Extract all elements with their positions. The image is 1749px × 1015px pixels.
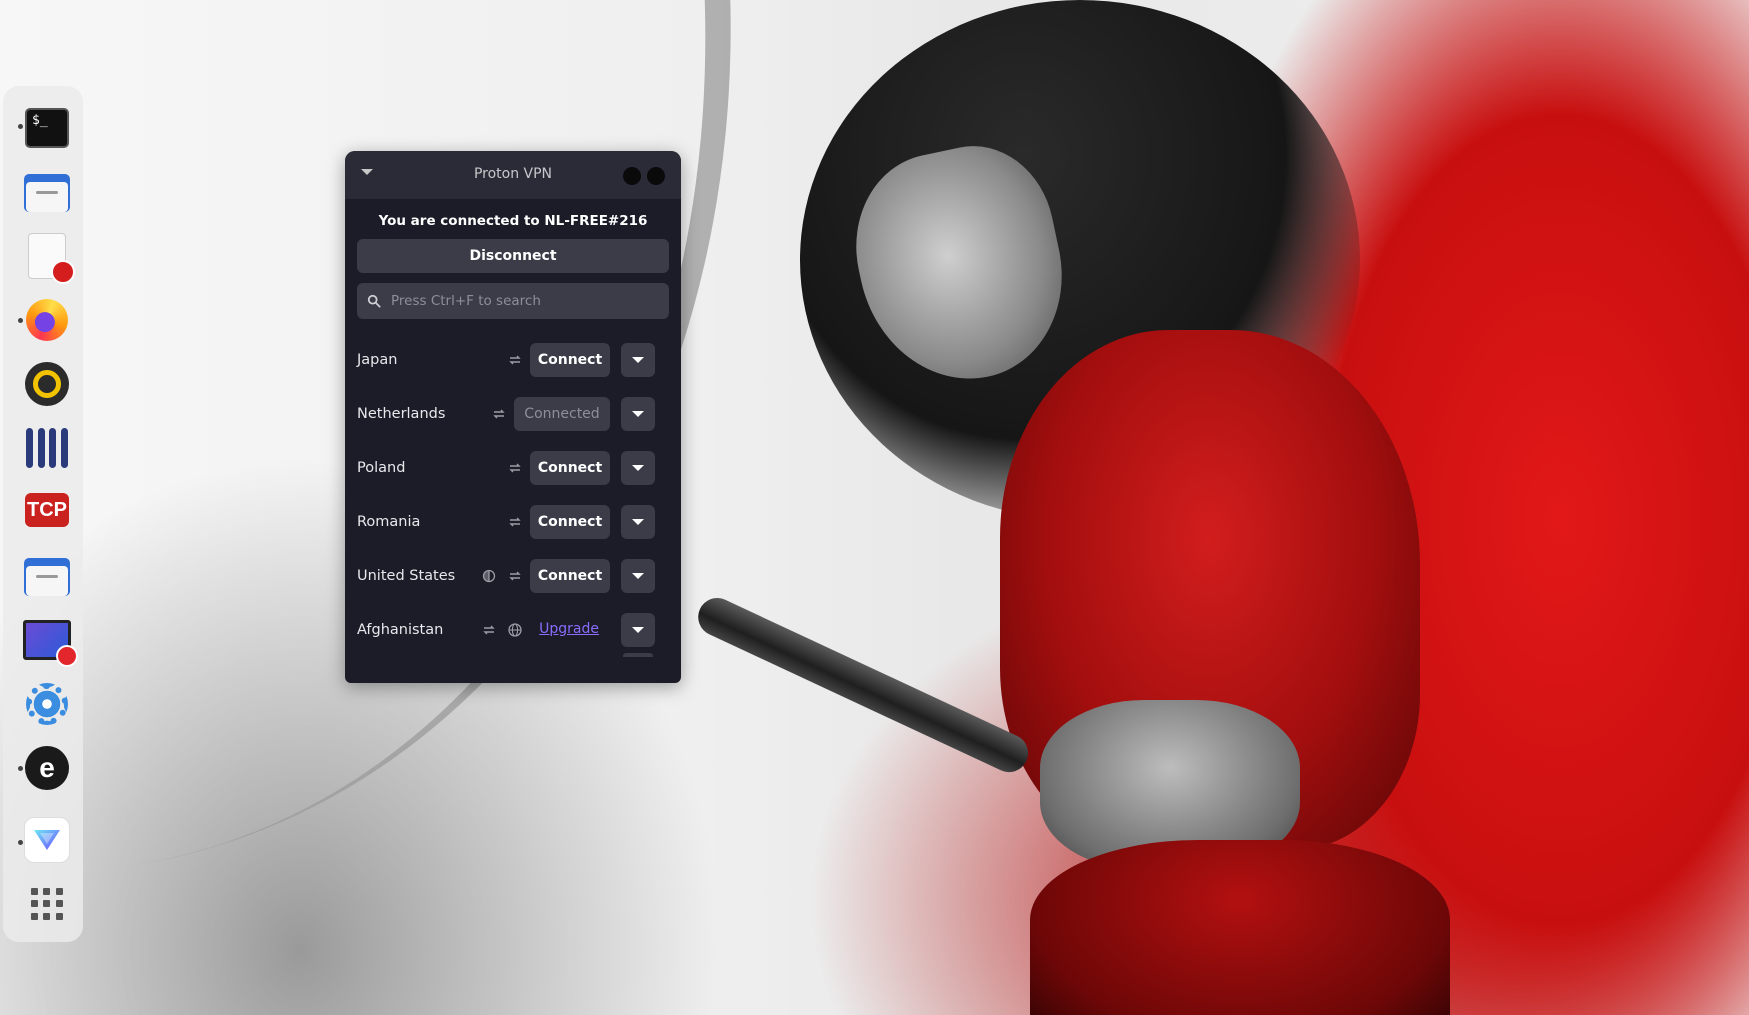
- tcp-app-icon: TCP: [25, 493, 69, 527]
- e-app-icon: e: [25, 746, 69, 790]
- dock-terminal[interactable]: $_: [23, 104, 71, 152]
- ring-app-icon: [25, 362, 69, 406]
- search-input[interactable]: [389, 292, 653, 310]
- proton-vpn-window: Proton VPN You are connected to NL-FREE#…: [345, 151, 681, 683]
- files-icon: [24, 556, 70, 596]
- settings-gear-icon: [26, 683, 68, 725]
- dock: $_ TCP e: [3, 86, 83, 942]
- next-row-edge: [623, 653, 653, 657]
- expand-button[interactable]: [621, 613, 655, 647]
- country-name: United States: [357, 568, 456, 584]
- chevron-down-icon: [632, 573, 644, 579]
- close-button[interactable]: [647, 167, 665, 185]
- files-icon: [24, 172, 70, 212]
- dock-tcp-app[interactable]: TCP: [23, 486, 71, 534]
- country-row-afghanistan[interactable]: Afghanistan Upgrade: [345, 603, 681, 657]
- dock-proton-vpn[interactable]: [23, 816, 71, 864]
- country-name: Poland: [357, 460, 406, 476]
- p2p-icon: [483, 625, 495, 635]
- search-bar[interactable]: [357, 283, 669, 319]
- connect-button[interactable]: Connect: [530, 343, 610, 377]
- country-name: Romania: [357, 514, 421, 530]
- p2p-icon: [509, 355, 521, 365]
- country-name: Japan: [357, 352, 398, 368]
- expand-button[interactable]: [621, 451, 655, 485]
- chevron-down-icon: [632, 627, 644, 633]
- country-list: Japan Connect Netherlands Connected Pola…: [345, 333, 681, 657]
- app-grid-icon: [31, 888, 63, 920]
- country-name: Afghanistan: [357, 622, 444, 638]
- screen-recorder-icon: [23, 620, 78, 667]
- connect-button[interactable]: Connect: [530, 505, 610, 539]
- desktop-wallpaper: [0, 0, 1749, 1015]
- terminal-icon: $_: [25, 108, 69, 148]
- country-row-united-states[interactable]: United States Connect: [345, 549, 681, 603]
- dock-screen-recorder[interactable]: [23, 616, 78, 667]
- p2p-icon: [493, 409, 505, 419]
- connection-status: You are connected to NL-FREE#216: [378, 213, 648, 229]
- globe-icon: [508, 623, 522, 637]
- p2p-icon: [509, 463, 521, 473]
- connect-button[interactable]: Connect: [530, 451, 610, 485]
- firefox-icon: [26, 299, 68, 341]
- p2p-icon: [509, 517, 521, 527]
- proton-vpn-icon: [24, 817, 70, 863]
- dock-mixer[interactable]: [23, 424, 71, 472]
- upgrade-link[interactable]: Upgrade: [539, 621, 599, 637]
- expand-button[interactable]: [621, 559, 655, 593]
- dock-files[interactable]: [23, 168, 71, 216]
- dock-firefox[interactable]: [23, 296, 71, 344]
- wallpaper-figure-skirt: [1030, 840, 1450, 1015]
- mixer-icon: [26, 426, 68, 470]
- country-row-romania[interactable]: Romania Connect: [345, 495, 681, 549]
- chevron-down-icon: [632, 357, 644, 363]
- expand-button[interactable]: [621, 397, 655, 431]
- expand-button[interactable]: [621, 505, 655, 539]
- search-icon: [367, 294, 381, 308]
- country-row-poland[interactable]: Poland Connect: [345, 441, 681, 495]
- chevron-down-icon: [632, 411, 644, 417]
- chevron-down-icon: [632, 519, 644, 525]
- country-row-netherlands[interactable]: Netherlands Connected: [345, 387, 681, 441]
- disconnect-button[interactable]: Disconnect: [357, 239, 669, 273]
- dock-app-grid[interactable]: [23, 880, 71, 928]
- dock-ring-app[interactable]: [23, 360, 71, 408]
- window-titlebar[interactable]: Proton VPN: [345, 151, 681, 199]
- smart-routing-icon: [482, 569, 496, 583]
- dock-text-editor[interactable]: [23, 232, 75, 284]
- dock-files-2[interactable]: [23, 552, 71, 600]
- country-row-japan[interactable]: Japan Connect: [345, 333, 681, 387]
- text-editor-icon: [28, 233, 75, 284]
- connect-button[interactable]: Connect: [530, 559, 610, 593]
- minimize-button[interactable]: [623, 167, 641, 185]
- chevron-down-icon: [632, 465, 644, 471]
- country-name: Netherlands: [357, 406, 446, 422]
- dock-settings[interactable]: [23, 680, 71, 728]
- expand-button[interactable]: [621, 343, 655, 377]
- dock-e-app[interactable]: e: [23, 744, 71, 792]
- p2p-icon: [509, 571, 521, 581]
- connected-button[interactable]: Connected: [514, 397, 610, 431]
